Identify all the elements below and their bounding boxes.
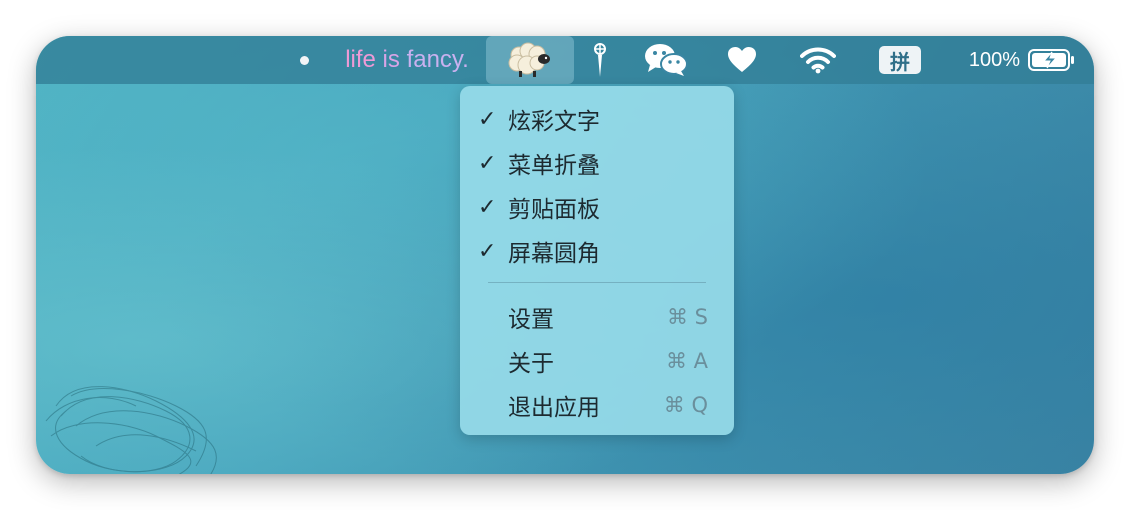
fancy-text-item[interactable]: life is fancy.: [336, 36, 478, 84]
menu-item-label: 菜单折叠: [508, 153, 600, 179]
battery-percent[interactable]: 100%: [958, 36, 1020, 84]
fancy-word-2: is: [382, 46, 400, 73]
menu-item-settings[interactable]: 设置 ⌘ S: [460, 297, 734, 337]
pin-icon[interactable]: [585, 36, 615, 84]
menu-item-label: 设置: [508, 307, 554, 333]
menu-item-colorful-text[interactable]: ✓ 炫彩文字: [460, 99, 734, 139]
menu-item-label: 炫彩文字: [508, 109, 600, 135]
dot-indicator-icon[interactable]: [298, 36, 310, 84]
wechat-icon[interactable]: [643, 36, 689, 84]
screen-frame: life is fancy. 拼 100% ✓ 炫彩文字 ✓ 菜单折叠 ✓ 剪贴…: [36, 36, 1094, 474]
menu-separator: [488, 282, 706, 283]
check-icon: ✓: [478, 150, 497, 175]
menu-item-label: 剪贴面板: [508, 197, 600, 223]
menu-item-about[interactable]: 关于 ⌘ A: [460, 341, 734, 381]
menu-item-menu-collapse[interactable]: ✓ 菜单折叠: [460, 143, 734, 183]
dropdown-menu: ✓ 炫彩文字 ✓ 菜单折叠 ✓ 剪贴面板 ✓ 屏幕圆角 设置 ⌘ S 关于 ⌘ …: [460, 86, 734, 435]
sheep-app-button[interactable]: [486, 36, 574, 84]
check-icon: ✓: [478, 106, 497, 131]
wifi-icon[interactable]: [798, 36, 838, 84]
wallpaper-scribble: [45, 386, 217, 474]
ime-label: 拼: [879, 46, 921, 74]
shortcut-hint: ⌘ Q: [663, 393, 708, 417]
fancy-word-3: fancy.: [406, 46, 469, 73]
sheep-icon: [508, 42, 550, 77]
shortcut-hint: ⌘ S: [666, 305, 708, 329]
menu-item-label: 屏幕圆角: [508, 241, 600, 267]
check-icon: ✓: [478, 238, 497, 263]
menu-item-label: 关于: [508, 351, 554, 377]
menu-item-rounded-corners[interactable]: ✓ 屏幕圆角: [460, 231, 734, 271]
menu-bar: life is fancy. 拼 100%: [36, 36, 1094, 84]
heart-icon[interactable]: [724, 36, 760, 84]
fancy-word-1: life: [345, 46, 376, 73]
check-icon: ✓: [478, 194, 497, 219]
menu-item-quit[interactable]: 退出应用 ⌘ Q: [460, 385, 734, 425]
shortcut-hint: ⌘ A: [665, 349, 708, 373]
ime-icon[interactable]: 拼: [878, 36, 922, 84]
menu-item-clipboard-panel[interactable]: ✓ 剪贴面板: [460, 187, 734, 227]
battery-charging-icon[interactable]: [1026, 36, 1078, 84]
menu-item-label: 退出应用: [508, 395, 600, 421]
